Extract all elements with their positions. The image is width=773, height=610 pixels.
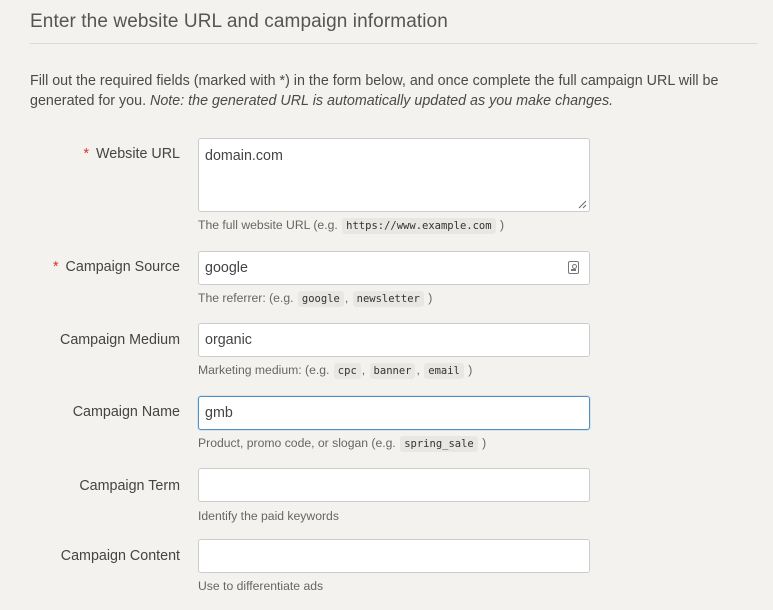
example-code: https://www.example.com [342,218,496,234]
example-code: email [424,363,464,379]
required-marker: * [52,259,59,275]
campaign-content-input[interactable] [198,539,590,573]
campaign-name-help: Product, promo code, or slogan (e.g. spr… [198,436,487,452]
example-code: newsletter [352,291,424,307]
autofill-contact-icon[interactable] [568,261,579,274]
campaign-content-help: Use to differentiate ads [198,579,324,593]
campaign-medium-input[interactable] [198,323,590,357]
example-code: spring_sale [400,436,478,452]
intro-text: Fill out the required fields (marked wit… [30,73,719,109]
campaign-name-label: Campaign Name [72,404,180,420]
campaign-term-label: Campaign Term [79,478,180,494]
resize-handle-icon[interactable] [578,200,587,209]
campaign-source-label: * Campaign Source [52,259,180,275]
website-url-label: * Website URL [83,146,180,162]
campaign-source-input[interactable] [198,251,590,285]
campaign-content-label: Campaign Content [60,548,180,564]
example-code: banner [369,363,416,379]
campaign-source-help: The referrer: (e.g. google, newsletter ) [198,291,433,307]
example-code: cpc [333,363,361,379]
website-url-input[interactable]: domain.com [198,138,590,212]
section-title: Enter the website URL and campaign infor… [30,11,448,32]
campaign-name-input[interactable] [198,396,590,430]
campaign-term-help: Identify the paid keywords [198,509,339,523]
campaign-term-input[interactable] [198,468,590,502]
website-url-help: The full website URL (e.g. https://www.e… [198,218,505,234]
example-code: google [297,291,344,307]
required-marker: * [83,146,90,162]
campaign-medium-help: Marketing medium: (e.g. cpc, banner, ema… [198,363,473,379]
intro-note: Note: the generated URL is automatically… [150,93,614,109]
campaign-medium-label: Campaign Medium [60,332,180,348]
section-divider [30,43,758,44]
